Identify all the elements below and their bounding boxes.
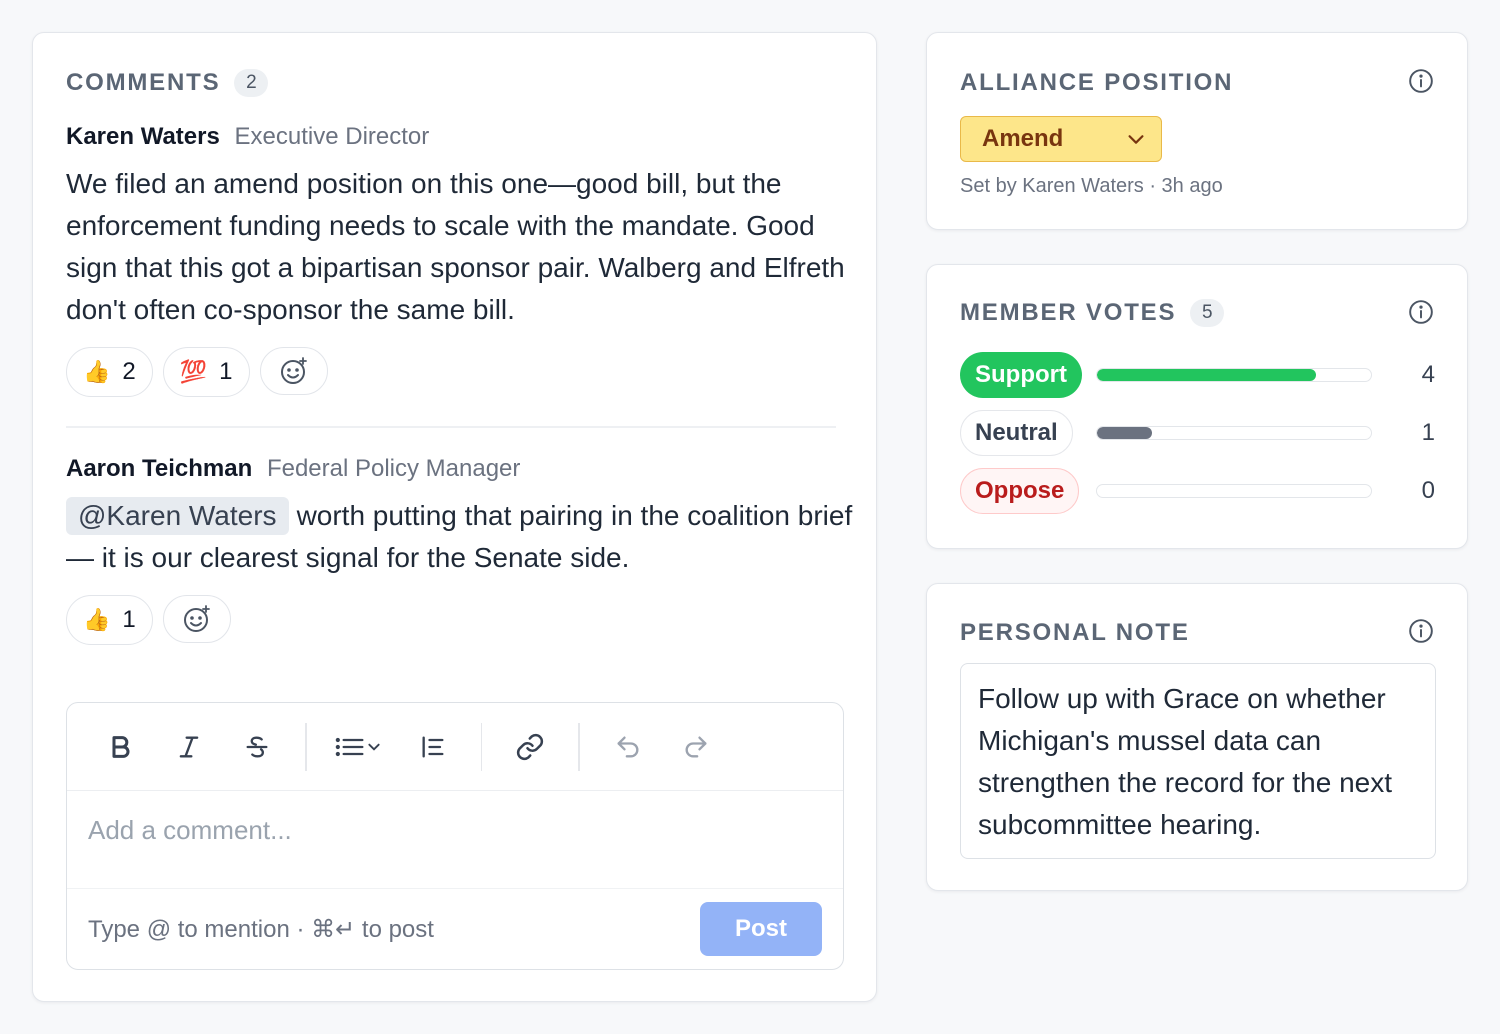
reaction-count: 1 <box>219 358 233 385</box>
info-icon[interactable] <box>1408 618 1434 644</box>
vote-bar-track <box>1096 484 1372 498</box>
ordered-list-button[interactable] <box>409 723 457 771</box>
undo-icon <box>617 736 638 757</box>
thumbs-up-icon: 👍 <box>83 359 111 384</box>
comment-body: @Karen Waters worth putting that pairing … <box>66 495 856 579</box>
bullet-list-icon <box>335 737 380 756</box>
link-button[interactable] <box>506 723 554 771</box>
vote-count: 4 <box>1421 361 1435 388</box>
personal-note-textarea[interactable]: Follow up with Grace on whether Michigan… <box>960 663 1436 859</box>
chevron-down-icon <box>1128 135 1144 144</box>
vote-bar-track <box>1096 368 1372 382</box>
neutral-vote-pill[interactable]: Neutral <box>960 410 1073 456</box>
oppose-vote-pill[interactable]: Oppose <box>960 468 1080 514</box>
thumbs-up-icon: 👍 <box>83 607 111 632</box>
comment-item: Karen Waters Executive Director We filed… <box>66 121 856 397</box>
italic-button[interactable] <box>165 723 213 771</box>
editor-toolbar <box>67 703 843 791</box>
vote-count: 0 <box>1421 477 1435 504</box>
comment-author-role: Federal Policy Manager <box>266 455 521 482</box>
member-votes-count-badge: 5 <box>1190 299 1225 327</box>
strikethrough-icon <box>246 735 268 758</box>
link-icon <box>516 733 544 760</box>
hundred-points-icon: 💯 <box>179 359 208 384</box>
editor-footer: Type @ to mention · ⌘↵ to post Post <box>67 889 843 969</box>
comments-count-badge: 2 <box>234 69 269 97</box>
redo-button[interactable] <box>672 723 720 771</box>
member-votes-header: MEMBER VOTES 5 <box>960 299 1225 327</box>
alliance-position-title: ALLIANCE POSITION <box>960 69 1234 96</box>
reaction-bar: 👍 1 <box>66 595 856 645</box>
vote-count: 1 <box>1421 419 1435 446</box>
add-reaction-button[interactable] <box>259 347 328 395</box>
comment-item: Aaron Teichman Federal Policy Manager @K… <box>66 453 856 645</box>
add-emoji-icon <box>280 357 307 384</box>
post-button[interactable]: Post <box>700 902 822 956</box>
ordered-list-icon <box>422 736 443 757</box>
comments-title: COMMENTS <box>66 69 221 96</box>
comment-author[interactable]: Karen Waters <box>66 123 220 150</box>
support-vote-bar <box>1097 369 1317 381</box>
comments-header: COMMENTS 2 <box>66 69 269 97</box>
support-vote-pill[interactable]: Support <box>960 352 1082 398</box>
personal-note-title: PERSONAL NOTE <box>960 619 1190 646</box>
info-icon[interactable] <box>1408 299 1434 325</box>
position-select[interactable]: Amend <box>960 116 1162 162</box>
vote-row-neutral[interactable]: Neutral 1 <box>960 409 1435 457</box>
comments-card: COMMENTS 2 Karen Waters Executive Direct… <box>32 32 877 1002</box>
vote-row-oppose[interactable]: Oppose 0 <box>960 467 1435 515</box>
strikethrough-button[interactable] <box>233 723 281 771</box>
reaction-bar: 👍 2 💯 1 <box>66 347 856 397</box>
reaction-count: 2 <box>122 358 136 385</box>
comment-author-role: Executive Director <box>234 123 430 150</box>
toolbar-separator <box>480 722 482 771</box>
member-votes-card: MEMBER VOTES 5 Support 4 Neutral 1 Oppos… <box>926 264 1468 549</box>
redo-icon <box>685 736 706 757</box>
italic-icon <box>179 736 199 757</box>
info-icon[interactable] <box>1408 68 1434 94</box>
neutral-vote-bar <box>1097 427 1152 439</box>
comment-editor: Add a comment... Type @ to mention · ⌘↵ … <box>66 702 844 970</box>
bold-icon <box>112 735 130 758</box>
vote-row-support[interactable]: Support 4 <box>960 351 1435 399</box>
comment-author[interactable]: Aaron Teichman <box>66 455 252 482</box>
bullet-list-button[interactable] <box>331 723 389 771</box>
comment-input[interactable]: Add a comment... <box>67 791 843 889</box>
reaction-thumbs-up-button[interactable]: 👍 2 <box>66 347 153 397</box>
member-votes-title: MEMBER VOTES <box>960 299 1177 326</box>
comment-divider <box>66 426 836 428</box>
vote-bar-track <box>1096 426 1372 440</box>
alliance-position-card: ALLIANCE POSITION Amend Set by Karen Wat… <box>926 32 1468 230</box>
reaction-count: 1 <box>122 606 136 633</box>
toolbar-separator <box>305 722 307 771</box>
toolbar-separator <box>578 722 580 771</box>
position-select-value: Amend <box>982 125 1064 152</box>
bold-button[interactable] <box>97 723 145 771</box>
reaction-thumbs-up-button[interactable]: 👍 1 <box>66 595 153 645</box>
add-emoji-icon <box>183 605 210 632</box>
undo-button[interactable] <box>604 723 652 771</box>
position-set-by: Set by Karen Waters · 3h ago <box>960 175 1223 197</box>
comment-body: We filed an amend position on this one—g… <box>66 168 845 325</box>
reaction-hundred-button[interactable]: 💯 1 <box>162 347 250 397</box>
mention-chip[interactable]: @Karen Waters <box>66 497 289 535</box>
mention-hint: Type @ to mention · ⌘↵ to post <box>88 915 434 943</box>
add-reaction-button[interactable] <box>162 595 231 643</box>
personal-note-card: PERSONAL NOTE Follow up with Grace on wh… <box>926 583 1468 891</box>
